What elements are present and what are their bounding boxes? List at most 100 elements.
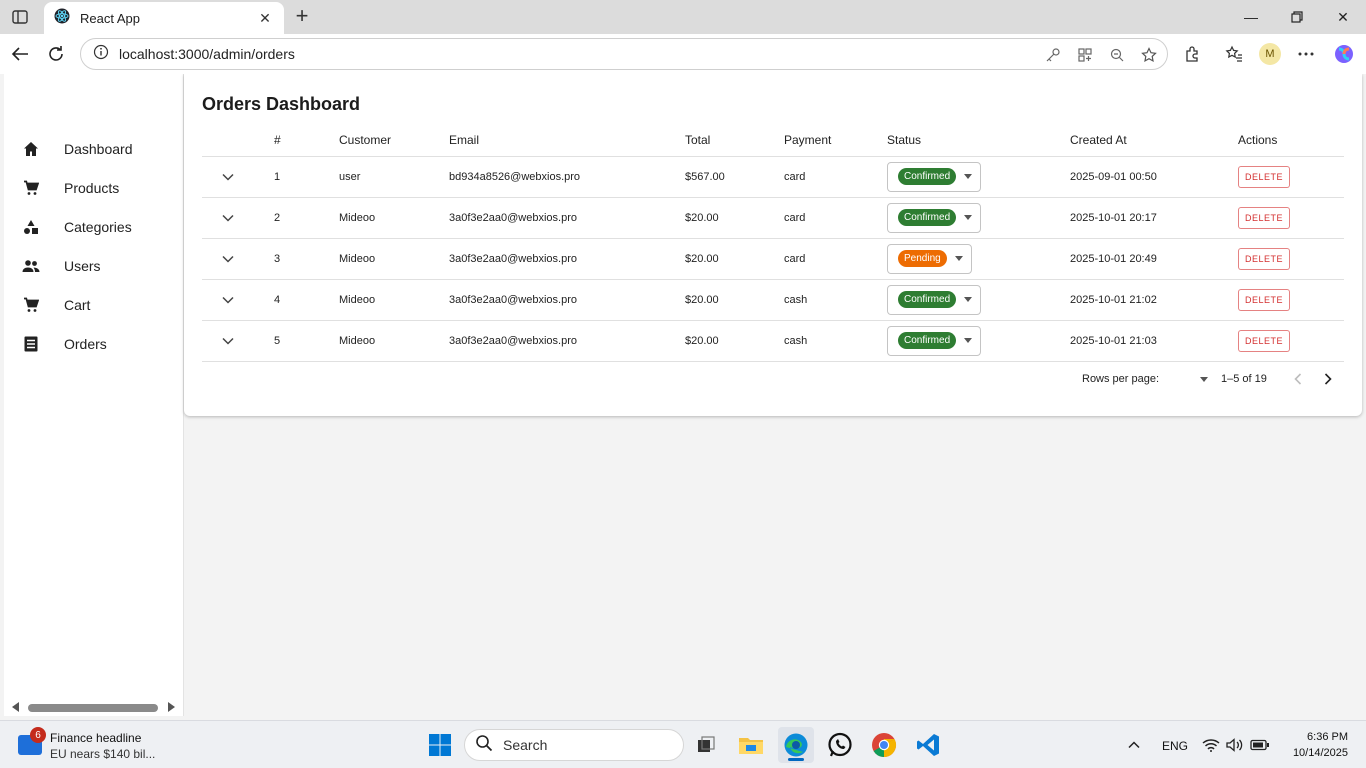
rows-per-page-select[interactable] xyxy=(1170,368,1208,390)
minimize-button[interactable]: — xyxy=(1228,4,1274,30)
taskbar: 6 Finance headline EU nears $140 bil... … xyxy=(0,720,1366,768)
table-row: 4 Mideoo 3a0f3e2aa0@webxios.pro $20.00 c… xyxy=(202,279,1344,321)
column-header[interactable]: Status xyxy=(887,124,1070,157)
apps-icon[interactable] xyxy=(1073,43,1097,67)
sidebar-item-orders[interactable]: Orders xyxy=(4,324,184,363)
whatsapp-icon[interactable] xyxy=(822,727,858,763)
delete-button[interactable]: DELETE xyxy=(1238,288,1290,311)
sidebar-item-users[interactable]: Users xyxy=(4,246,184,285)
avatar: M xyxy=(1259,43,1281,65)
next-page-button[interactable] xyxy=(1317,368,1339,390)
status-select[interactable]: Confirmed xyxy=(887,325,982,356)
order-created-at: 2025-09-01 00:50 xyxy=(1070,156,1238,198)
expand-row-icon[interactable] xyxy=(216,329,240,353)
wifi-icon[interactable] xyxy=(1200,727,1222,763)
expand-row-icon[interactable] xyxy=(216,165,240,189)
system-clock[interactable]: 6:36 PM 10/14/2025 xyxy=(1293,729,1348,761)
column-header[interactable]: Email xyxy=(449,124,685,157)
status-badge: Pending xyxy=(898,250,947,267)
page-title: Orders Dashboard xyxy=(202,94,361,114)
order-payment: cash xyxy=(784,320,887,362)
sidebar-item-products[interactable]: Products xyxy=(4,168,184,207)
expand-row-icon[interactable] xyxy=(216,247,240,271)
status-badge: Confirmed xyxy=(898,332,957,349)
address-bar[interactable]: localhost:3000/admin/orders xyxy=(80,38,1168,70)
chevron-down-icon xyxy=(954,256,963,261)
sidebar-item-dashboard[interactable]: Dashboard xyxy=(4,129,184,168)
clock-time: 6:36 PM xyxy=(1307,731,1348,743)
column-header[interactable]: Total xyxy=(685,124,784,157)
order-number: 4 xyxy=(274,279,339,321)
status-select[interactable]: Pending xyxy=(887,243,972,274)
delete-button[interactable]: DELETE xyxy=(1238,247,1290,270)
browser-toolbar: localhost:3000/admin/orders M xyxy=(0,34,1366,74)
order-customer: Mideoo xyxy=(339,238,449,280)
vscode-icon[interactable] xyxy=(910,727,946,763)
news-widget[interactable]: 6 Finance headline EU nears $140 bil... xyxy=(18,727,178,763)
page-viewport: Dashboard Products Categories Users Cart… xyxy=(4,74,1366,716)
search-icon xyxy=(475,734,493,757)
orders-table: # Customer Email Total Payment Status Cr… xyxy=(202,124,1344,362)
restore-button[interactable] xyxy=(1274,4,1320,30)
status-select[interactable]: Confirmed xyxy=(887,284,982,315)
delete-button[interactable]: DELETE xyxy=(1238,329,1290,352)
chevron-down-icon xyxy=(1200,376,1208,382)
key-icon[interactable] xyxy=(1041,43,1065,67)
taskbar-search[interactable]: Search xyxy=(464,729,684,761)
tab-actions-icon[interactable] xyxy=(8,6,32,28)
file-explorer-icon[interactable] xyxy=(733,727,769,763)
scrollbar-thumb[interactable] xyxy=(28,704,158,712)
info-icon[interactable] xyxy=(93,44,109,65)
sidebar-item-cart[interactable]: Cart xyxy=(4,285,184,324)
expand-row-icon[interactable] xyxy=(216,288,240,312)
delete-button[interactable]: DELETE xyxy=(1238,165,1290,188)
edge-browser-icon[interactable] xyxy=(778,727,814,763)
previous-page-button[interactable] xyxy=(1287,368,1309,390)
sidebar-horizontal-scrollbar[interactable] xyxy=(8,702,180,714)
list-icon xyxy=(22,335,40,353)
chevron-up-icon[interactable] xyxy=(1118,727,1150,763)
status-badge: Confirmed xyxy=(898,168,957,185)
order-email: 3a0f3e2aa0@webxios.pro xyxy=(449,320,685,362)
back-icon[interactable] xyxy=(7,42,33,66)
favorites-icon[interactable] xyxy=(1221,42,1247,66)
extensions-icon[interactable] xyxy=(1180,42,1206,66)
browser-tab[interactable]: React App ✕ xyxy=(44,2,284,34)
language-indicator[interactable]: ENG xyxy=(1162,739,1188,753)
windows-start-icon[interactable] xyxy=(422,727,458,763)
delete-button[interactable]: DELETE xyxy=(1238,206,1290,229)
order-email: 3a0f3e2aa0@webxios.pro xyxy=(449,238,685,280)
volume-icon[interactable] xyxy=(1224,727,1246,763)
copilot-icon[interactable] xyxy=(1331,42,1357,66)
table-row: 2 Mideoo 3a0f3e2aa0@webxios.pro $20.00 c… xyxy=(202,197,1344,239)
order-total: $20.00 xyxy=(685,197,784,239)
order-number: 5 xyxy=(274,320,339,362)
refresh-icon[interactable] xyxy=(43,42,69,66)
zoom-icon[interactable] xyxy=(1105,43,1129,67)
address-bar-actions xyxy=(1041,43,1161,67)
order-email: 3a0f3e2aa0@webxios.pro xyxy=(449,279,685,321)
table-row: 3 Mideoo 3a0f3e2aa0@webxios.pro $20.00 c… xyxy=(202,238,1344,280)
new-tab-button[interactable]: + xyxy=(290,5,314,28)
column-header[interactable]: # xyxy=(274,124,339,157)
chrome-icon[interactable] xyxy=(866,727,902,763)
close-window-button[interactable]: ✕ xyxy=(1320,4,1366,30)
more-menu-icon[interactable] xyxy=(1293,42,1319,66)
status-select[interactable]: Confirmed xyxy=(887,202,982,233)
scroll-right-icon[interactable] xyxy=(168,702,175,712)
cart-icon xyxy=(22,296,40,314)
sidebar-item-categories[interactable]: Categories xyxy=(4,207,184,246)
scroll-left-icon[interactable] xyxy=(12,702,19,712)
battery-icon[interactable] xyxy=(1248,727,1272,763)
order-customer: Mideoo xyxy=(339,320,449,362)
task-view-icon[interactable] xyxy=(688,727,724,763)
profile-button[interactable]: M xyxy=(1257,42,1283,66)
close-tab-icon[interactable]: ✕ xyxy=(256,9,274,27)
expand-row-icon[interactable] xyxy=(216,206,240,230)
order-number: 1 xyxy=(274,156,339,198)
favorite-star-icon[interactable] xyxy=(1137,43,1161,67)
column-header[interactable]: Customer xyxy=(339,124,449,157)
column-header[interactable]: Payment xyxy=(784,124,887,157)
column-header[interactable]: Created At xyxy=(1070,124,1238,157)
status-select[interactable]: Confirmed xyxy=(887,161,982,192)
